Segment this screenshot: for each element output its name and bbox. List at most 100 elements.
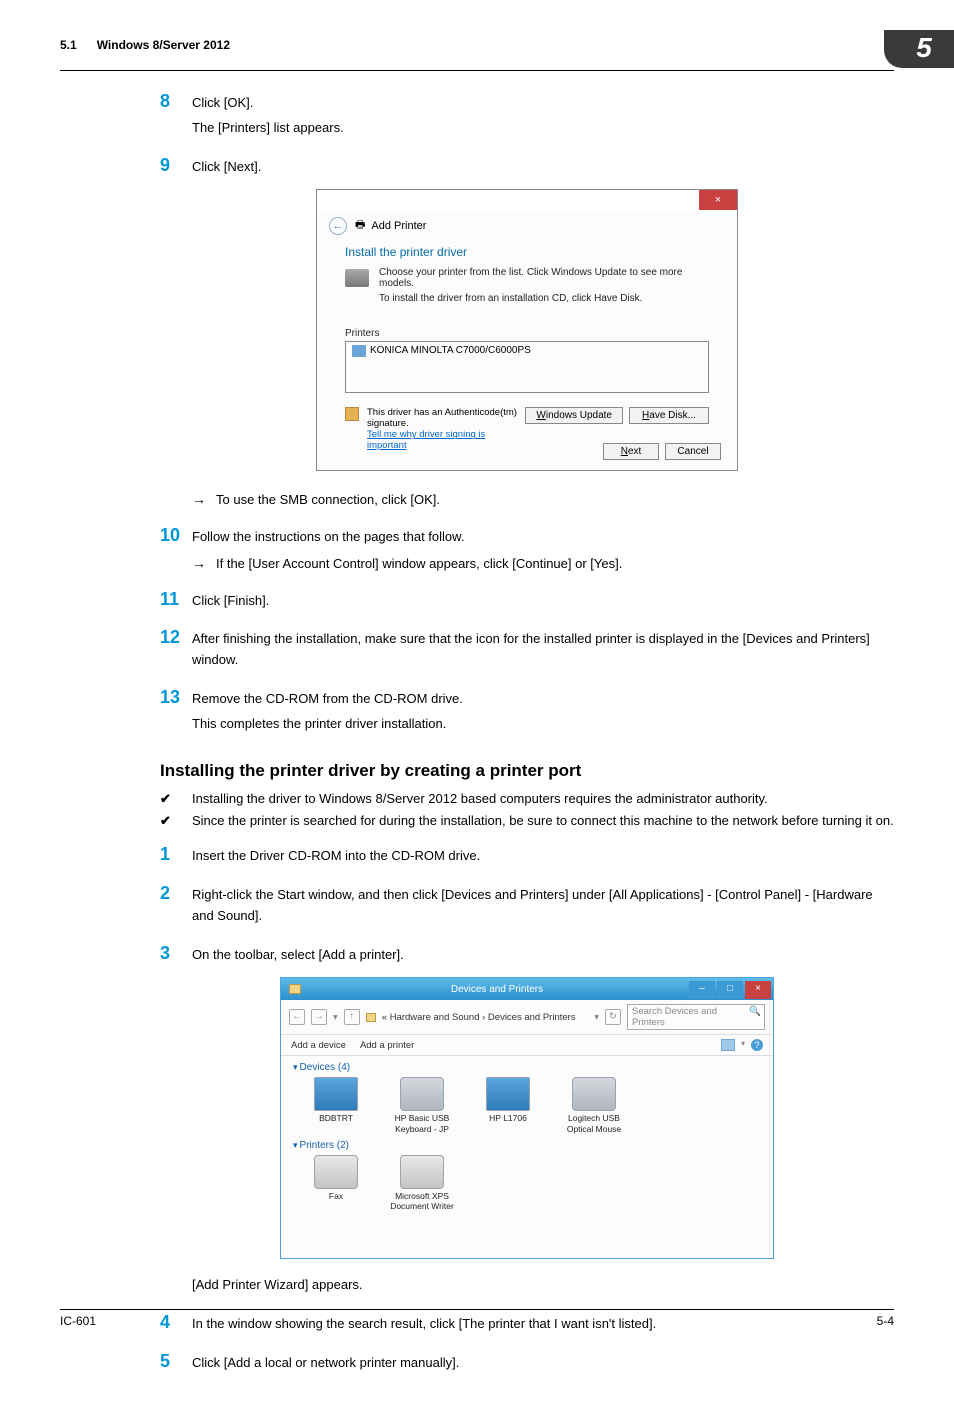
chapter-badge: 5 [884,30,954,68]
step-text: On the toolbar, select [Add a printer]. [192,945,894,966]
step-subtext: This completes the printer driver instal… [192,714,894,735]
mouse-icon [572,1077,616,1111]
keyboard-icon [400,1077,444,1111]
step-b3-after: [Add Printer Wizard] appears. [160,1273,894,1300]
dialog-line2: To install the driver from an installati… [379,293,709,304]
step-after-text: [Add Printer Wizard] appears. [192,1275,894,1296]
step-number: 9 [160,155,192,182]
step-text: Insert the Driver CD-ROM into the CD-ROM… [192,846,894,867]
monitor-icon [486,1077,530,1111]
next-button[interactable]: NextNext [603,443,659,460]
minimize-icon[interactable]: – [689,981,715,999]
step-11: 11 Click [Finish]. [160,589,894,616]
device-item[interactable]: HP L1706 [475,1077,541,1133]
step-number: 2 [160,883,192,931]
step-10: 10 Follow the instructions on the pages … [160,525,894,577]
signature-text: This driver has an Authenticode(tm) sign… [367,407,517,429]
printer-icon [400,1155,444,1189]
breadcrumb[interactable]: « Hardware and Sound › Devices and Print… [382,1012,588,1023]
nav-back-icon[interactable]: ← [289,1009,305,1025]
help-icon[interactable]: ? [751,1039,763,1051]
signing-link[interactable]: Tell me why driver signing is important [367,429,517,451]
windows-update-button[interactable]: WWindows Updateindows Update [525,407,623,424]
footer-left: IC-601 [60,1314,96,1328]
back-icon[interactable]: ← [329,217,347,235]
printer-icon: 🖶 [355,216,365,235]
main-content: 8 Click [OK]. The [Printers] list appear… [160,91,894,1378]
nav-forward-icon[interactable]: → [311,1009,327,1025]
device-item[interactable]: BDBTRT [303,1077,369,1133]
section-number: 5.1 [60,38,77,52]
cancel-button[interactable]: Cancel [665,443,721,460]
step-arrow: To use the SMB connection, click [OK]. [192,487,894,512]
fax-icon [314,1155,358,1189]
have-disk-button[interactable]: Have Disk...Have Disk... [629,407,709,424]
printers-group[interactable]: Printers (2) [293,1140,761,1151]
page-header: 5.1 Windows 8/Server 2012 5 [60,30,894,71]
section-heading: 5.1 Windows 8/Server 2012 [60,30,230,52]
step-number: 8 [160,91,192,143]
add-printer-dialog: × ← 🖶 Add Printer Install the printer dr… [316,189,738,471]
folder-icon [289,984,301,994]
step-8: 8 Click [OK]. The [Printers] list appear… [160,91,894,143]
shield-icon [345,407,359,421]
refresh-icon[interactable]: ↻ [605,1009,621,1025]
printer-item[interactable]: Fax [303,1155,369,1211]
step-arrow: If the [User Account Control] window app… [192,551,894,576]
step-13: 13 Remove the CD-ROM from the CD-ROM dri… [160,687,894,739]
check-item: Installing the driver to Windows 8/Serve… [160,789,894,810]
step-b1: 1 Insert the Driver CD-ROM into the CD-R… [160,844,894,871]
step-9-arrow: To use the SMB connection, click [OK]. [160,485,894,512]
step-text: Remove the CD-ROM from the CD-ROM drive. [192,689,894,710]
nav-up-icon[interactable]: ↑ [344,1009,360,1025]
close-icon[interactable]: × [745,981,771,999]
step-number: 3 [160,943,192,970]
dialog-line1: Choose your printer from the list. Click… [379,267,709,289]
step-b3: 3 On the toolbar, select [Add a printer]… [160,943,894,970]
dialog-title: Add Printer [371,220,426,232]
step-text: After finishing the installation, make s… [192,629,894,671]
step-text: Click [Add a local or network printer ma… [192,1353,894,1374]
step-b2: 2 Right-click the Start window, and then… [160,883,894,931]
monitor-icon [314,1077,358,1111]
maximize-icon[interactable]: □ [717,981,743,999]
step-number: 1 [160,844,192,871]
view-icon[interactable] [721,1039,735,1051]
step-text: Click [Finish]. [192,591,894,612]
printers-listbox[interactable]: KONICA MINOLTA C7000/C6000PS [345,341,709,393]
step-text: Right-click the Start window, and then c… [192,885,894,927]
page-footer: IC-601 5-4 [60,1309,894,1328]
step-b5: 5 Click [Add a local or network printer … [160,1351,894,1378]
printers-label: Printers [345,328,709,339]
step-number: 5 [160,1351,192,1378]
step-text: Follow the instructions on the pages tha… [192,527,894,548]
window-title: Devices and Printers [305,984,689,995]
step-number: 11 [160,589,192,616]
search-input[interactable]: Search Devices and Printers 🔍 [627,1004,765,1030]
close-icon[interactable]: × [699,190,737,210]
step-12: 12 After finishing the installation, mak… [160,627,894,675]
section-title: Windows 8/Server 2012 [97,38,230,52]
device-item[interactable]: HP Basic USB Keyboard - JP [389,1077,455,1133]
check-item: Since the printer is searched for during… [160,811,894,832]
step-number: 13 [160,687,192,739]
subsection-title: Installing the printer driver by creatin… [160,761,894,781]
search-icon: 🔍 [749,1006,761,1017]
step-9: 9 Click [Next]. [160,155,894,182]
printer-item[interactable]: Microsoft XPS Document Writer [389,1155,455,1211]
add-device-button[interactable]: Add a device [291,1040,346,1051]
step-number: 12 [160,627,192,675]
footer-right: 5-4 [877,1314,894,1328]
step-text: Click [Next]. [192,157,894,178]
step-subtext: The [Printers] list appears. [192,118,894,139]
dialog-heading: Install the printer driver [345,245,709,259]
folder-icon [366,1013,376,1022]
devices-group[interactable]: Devices (4) [293,1062,761,1073]
device-item[interactable]: Logitech USB Optical Mouse [561,1077,627,1133]
devices-printers-window: Devices and Printers – □ × ← → ▾ ↑ « Har… [280,977,774,1259]
step-text: Click [OK]. [192,93,894,114]
add-printer-button[interactable]: Add a printer [360,1040,414,1051]
disk-printer-icon [345,269,369,287]
printer-icon [352,345,366,357]
step-number: 10 [160,525,192,577]
